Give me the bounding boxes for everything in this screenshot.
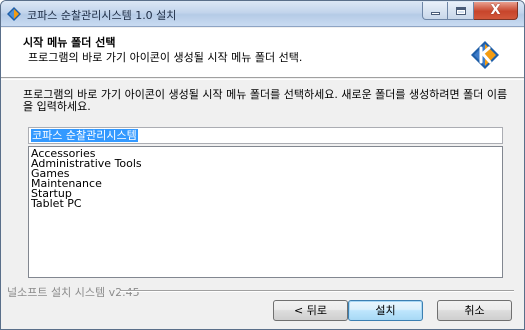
header-divider <box>1 79 524 80</box>
back-button[interactable]: < 뒤로 <box>273 300 348 321</box>
close-icon: X <box>490 3 501 18</box>
installer-app-icon <box>7 7 21 21</box>
close-button[interactable]: X <box>474 2 518 20</box>
installer-branding: 널소프트 설치 시스템 v2.45 <box>7 286 140 299</box>
footer-divider <box>120 290 514 292</box>
cancel-button[interactable]: 취소 <box>437 300 512 321</box>
kopas-logo-icon <box>471 41 499 69</box>
maximize-icon <box>455 6 466 15</box>
window-controls: X <box>422 2 518 20</box>
installer-window: 코파스 순찰관리시스템 1.0 설치 X 시작 메뉴 폴더 선택 프로그램의 바… <box>0 0 525 330</box>
title-bar[interactable]: 코파스 순찰관리시스템 1.0 설치 X <box>1 1 524 27</box>
start-menu-folder-list[interactable]: Accessories Administrative Tools Games M… <box>28 146 503 278</box>
maximize-button[interactable] <box>448 2 474 20</box>
list-item[interactable]: Tablet PC <box>31 198 502 209</box>
instruction-text: 프로그램의 바로 가기 아이콘이 생성될 시작 메뉴 폴더를 선택하세요. 새로… <box>23 88 508 113</box>
folder-name-value: 코파스 순찰관리시스템 <box>31 129 138 142</box>
list-item[interactable]: Administrative Tools <box>31 158 502 169</box>
window-title: 코파스 순찰관리시스템 1.0 설치 <box>27 9 177 22</box>
page-title: 시작 메뉴 폴더 선택 <box>23 36 116 49</box>
header-panel: 시작 메뉴 폴더 선택 프로그램의 바로 가기 아이콘이 생성될 시작 메뉴 폴… <box>1 28 524 78</box>
minimize-button[interactable] <box>422 2 448 20</box>
install-button[interactable]: 설치 <box>348 300 423 321</box>
folder-name-input[interactable]: 코파스 순찰관리시스템 <box>28 127 503 144</box>
page-subtitle: 프로그램의 바로 가기 아이콘이 생성될 시작 메뉴 폴더 선택. <box>28 51 303 64</box>
minimize-icon <box>430 12 440 15</box>
list-item[interactable]: Maintenance <box>31 178 502 189</box>
list-item[interactable]: Startup <box>31 188 502 199</box>
